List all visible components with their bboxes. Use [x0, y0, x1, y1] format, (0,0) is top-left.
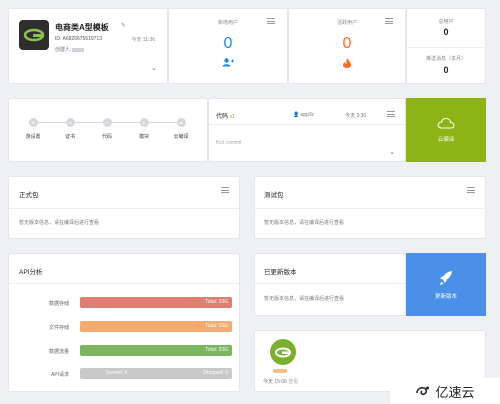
step-module-icon: ▸	[139, 118, 149, 127]
creator-avatar-blur	[72, 47, 85, 52]
updated-version-title: 已更新版本	[264, 269, 297, 276]
push-messages-value: 0	[443, 65, 449, 75]
api-requests-label: API请求	[50, 372, 69, 378]
official-package-title: 正式包	[19, 192, 39, 199]
app-title: 电商类A型模板	[55, 23, 109, 32]
cloud-compile-button[interactable]: 云编译	[406, 98, 486, 162]
flame-icon	[289, 58, 405, 70]
updated-version-empty-text: 暂无版本信息，请在编译后进行查看	[264, 296, 345, 302]
recent-app-name-blur	[273, 369, 287, 373]
app-info-card: 电商类A型模板 ✎ ID: A6820675619713 今天 11:36 创建…	[8, 8, 168, 84]
user-icon: 👤	[293, 112, 300, 118]
api-analysis-divider	[9, 283, 239, 284]
api-analysis-title: API分析	[19, 269, 43, 276]
step-code[interactable]: ‹› 代码	[92, 118, 122, 140]
step-certificate-label: 证书	[64, 134, 75, 140]
app-creator-label: 创建人:	[55, 47, 72, 53]
app-creator: 创建人:	[55, 46, 85, 53]
watermark: 亿速云	[390, 378, 500, 404]
step-module[interactable]: ▸ 模块	[129, 118, 159, 140]
recent-app-view[interactable]: 查看	[288, 379, 298, 385]
menu-icon[interactable]	[467, 187, 475, 193]
file-storage-total: Total: 10G	[205, 323, 228, 329]
official-package-card: 正式包 暂无版本信息，请在编译后进行查看	[8, 176, 240, 239]
total-users-label: 总用户	[438, 19, 454, 25]
api-analysis-card: API分析 数据存储 Total: 10G 文件存储 Total: 10G 数据…	[8, 253, 240, 392]
step-code-icon: ‹›	[102, 118, 112, 127]
code-divider	[209, 124, 405, 125]
code-title: 代码 v1	[216, 114, 235, 120]
totals-divider	[407, 47, 485, 48]
code-user: 👤 app3c	[293, 112, 315, 118]
active-users-card: 活跃用户 0	[288, 8, 406, 84]
cloud-icon	[437, 117, 455, 129]
official-package-empty-text: 暂无版本信息，请在编译后进行查看	[19, 220, 100, 226]
file-storage-label: 文件存储	[48, 325, 69, 331]
update-version-label: 更新版本	[434, 293, 457, 300]
recent-app-logo[interactable]	[270, 339, 296, 365]
new-users-card: 新增用户 0	[168, 8, 288, 84]
watermark-text: 亿速云	[435, 384, 475, 400]
app-id: ID: A6820675619713	[55, 36, 102, 42]
new-users-value: 0	[223, 35, 233, 52]
step-settings[interactable]: ⚙ 游设置	[18, 118, 48, 140]
add-user-icon	[169, 58, 287, 69]
chevron-down-icon[interactable]: ⌄	[151, 64, 157, 72]
app-date: 今天 11:36	[131, 37, 155, 43]
menu-icon[interactable]	[387, 111, 395, 117]
step-certificate-icon: ▭	[65, 118, 75, 127]
test-package-card: 测试包 暂无版本信息，请在编译后进行查看	[254, 176, 486, 239]
menu-icon[interactable]	[221, 187, 229, 193]
chevron-down-icon[interactable]: ⌄	[389, 148, 395, 156]
step-cloud-compile-icon: ☁	[176, 118, 186, 127]
step-cloud-compile-label: 云编译	[173, 134, 189, 140]
active-users-label: 活跃用户	[336, 20, 357, 26]
data-storage-total: Total: 10G	[205, 299, 228, 305]
step-settings-icon: ⚙	[28, 118, 38, 127]
code-time: 今天 3:36	[345, 113, 367, 119]
push-messages-label: 推送消息（本月）	[425, 56, 466, 62]
update-version-button[interactable]: 更新版本	[406, 253, 486, 316]
edit-icon[interactable]: ✎	[121, 22, 126, 29]
rocket-icon	[439, 270, 452, 285]
data-storage-label: 数据存储	[48, 301, 69, 307]
commit-message: first commit	[216, 140, 242, 146]
test-package-divider	[255, 208, 485, 209]
watermark-logo-icon	[416, 386, 430, 396]
active-users-value: 0	[342, 35, 352, 52]
total-users-value: 0	[443, 27, 449, 37]
data-traffic-total: Total: 20G	[205, 347, 228, 353]
file-storage-bar: Total: 10G	[80, 321, 232, 332]
totals-card: 总用户 0 推送消息（本月） 0	[406, 8, 486, 84]
new-users-label: 新增用户	[217, 20, 238, 26]
step-module-label: 模块	[138, 134, 149, 140]
cloud-compile-label: 云编译	[437, 137, 455, 143]
recent-app-logo-icon	[275, 347, 291, 357]
updated-version-card: 已更新版本 暂无版本信息，请在编译后进行查看	[254, 253, 406, 316]
data-traffic-bar: Total: 20G	[80, 345, 232, 356]
step-settings-label: 游设置	[25, 134, 41, 140]
code-card: 代码 v1 👤 app3c 今天 3:36 first commit ⌄	[208, 98, 406, 162]
app-logo-icon	[23, 28, 45, 42]
step-cloud-compile[interactable]: ☁ 云编译	[166, 118, 196, 140]
step-code-label: 代码	[101, 134, 112, 140]
code-version: v1	[229, 114, 235, 120]
data-storage-bar: Total: 10G	[80, 297, 232, 308]
test-package-empty-text: 暂无版本信息，请在编译后进行查看	[264, 220, 345, 226]
data-traffic-label: 数据流量	[48, 349, 69, 355]
step-certificate[interactable]: ▭ 证书	[55, 118, 85, 140]
official-package-divider	[9, 208, 239, 209]
recent-app-time: 今天 15:06 查看	[263, 379, 299, 385]
api-requests-dropped: Dropped: 0	[203, 370, 228, 376]
test-package-title: 测试包	[264, 192, 284, 199]
app-logo	[19, 20, 49, 50]
updated-version-divider	[255, 283, 405, 284]
api-requests-served: Served: 0	[106, 370, 128, 376]
api-requests-bar: Served: 0 Dropped: 0	[80, 368, 232, 379]
